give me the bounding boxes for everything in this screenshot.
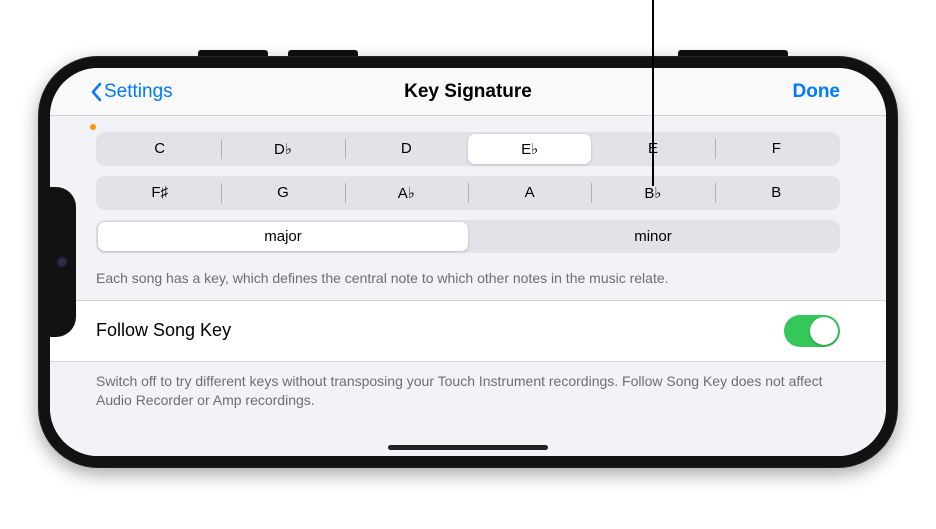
page-title: Key Signature [404,81,532,103]
follow-song-key-toggle[interactable] [784,315,840,347]
scale-picker: majorminor [96,220,840,253]
content-area: CD♭DE♭EF F♯GA♭AB♭B majorminor Each song … [50,116,886,456]
scale-option[interactable]: minor [468,222,838,251]
follow-song-key-label: Follow Song Key [96,320,231,341]
key-picker-row-1: CD♭DE♭EF [96,132,840,166]
follow-song-key-footnote: Switch off to try different keys without… [50,362,886,411]
key-option[interactable]: D♭ [221,134,344,164]
screen: Settings Key Signature Done CD♭DE♭EF F♯G… [50,68,886,456]
follow-song-key-row: Follow Song Key [50,300,886,362]
iphone-frame: Settings Key Signature Done CD♭DE♭EF F♯G… [38,56,898,468]
back-label: Settings [104,81,173,103]
key-picker-row-2: F♯GA♭AB♭B [96,176,840,210]
home-indicator[interactable] [388,445,548,450]
key-option[interactable]: F♯ [98,178,221,208]
key-option[interactable]: G [221,178,344,208]
key-option[interactable]: A [468,178,591,208]
key-footnote: Each song has a key, which defines the c… [96,263,840,300]
recording-indicator-dot [90,124,96,130]
key-option[interactable]: E♭ [468,134,591,164]
key-option[interactable]: F [715,134,838,164]
key-option[interactable]: D [345,134,468,164]
back-button[interactable]: Settings [90,68,173,115]
toggle-knob [810,317,838,345]
key-option[interactable]: A♭ [345,178,468,208]
navbar: Settings Key Signature Done [50,68,886,116]
device-notch [50,187,76,337]
scale-option[interactable]: major [98,222,468,251]
callout-pointer-line [652,0,654,186]
key-option[interactable]: B [715,178,838,208]
chevron-left-icon [90,82,102,102]
done-button[interactable]: Done [793,68,841,115]
key-option[interactable]: C [98,134,221,164]
